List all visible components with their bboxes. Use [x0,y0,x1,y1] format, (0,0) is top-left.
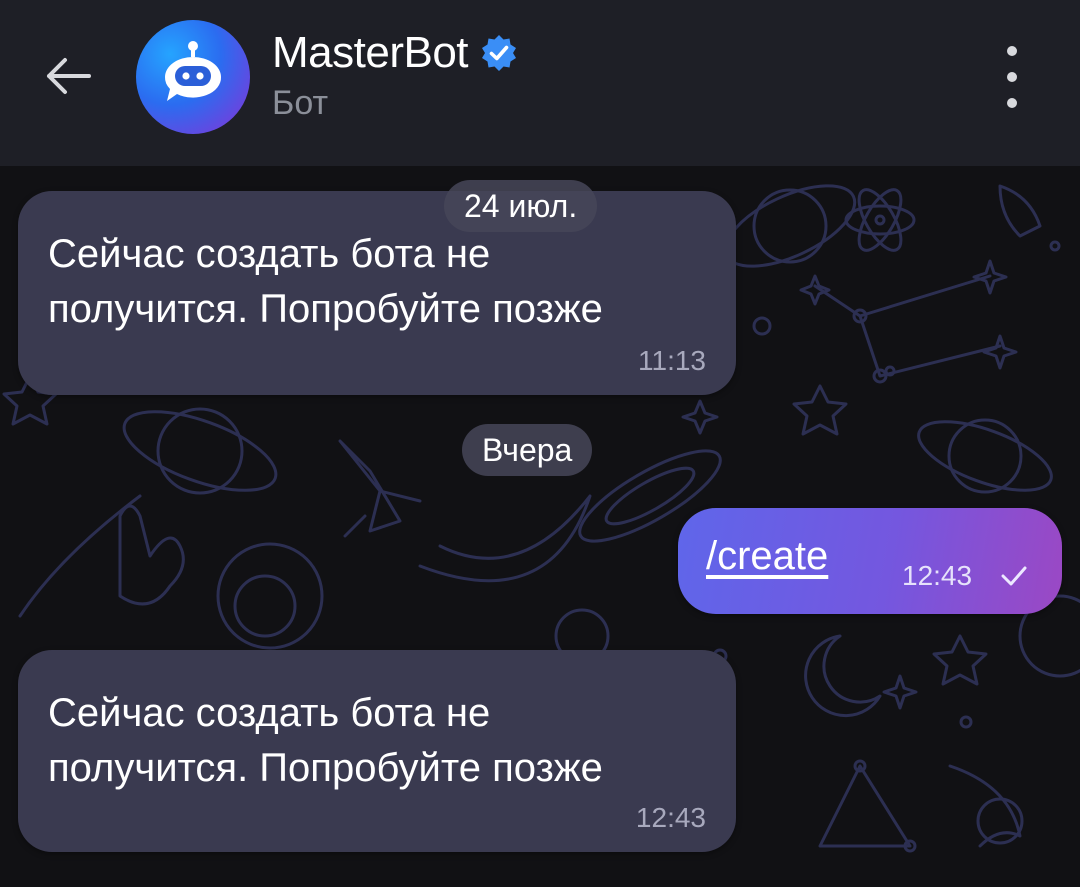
sent-check-icon [1001,566,1027,586]
incoming-message-bubble[interactable]: Сейчас создать бота не получится. Попроб… [18,191,736,395]
more-menu-button[interactable] [990,46,1034,108]
bot-command-link[interactable]: /create [706,534,828,579]
chat-title-block[interactable]: MasterBot Бот [272,28,518,123]
chat-title: MasterBot [272,28,469,77]
chat-header: MasterBot Бот [0,0,1080,166]
arrow-left-icon [47,58,91,94]
date-separator: Вчера [462,424,593,476]
verified-badge-icon [482,35,517,71]
chat-area[interactable]: Сейчас создать бота не получится. Попроб… [0,166,1080,887]
message-time: 12:43 [635,802,706,833]
more-vertical-icon [1007,46,1017,56]
outgoing-message-bubble[interactable]: /create 12:43 [678,508,1062,614]
avatar[interactable] [136,20,250,134]
incoming-message-bubble[interactable]: Сейчас создать бота не получится. Попроб… [18,650,736,852]
message-time: 12:43 [902,560,973,591]
chat-subtitle: Бот [272,84,329,122]
message-text: Сейчас создать бота не получится. Попроб… [48,691,603,790]
back-button[interactable] [40,48,96,104]
message-text: Сейчас создать бота не получится. Попроб… [48,232,603,331]
robot-chat-icon [164,41,222,101]
date-separator: 24 июл. [444,180,598,232]
message-time: 11:13 [638,345,706,376]
